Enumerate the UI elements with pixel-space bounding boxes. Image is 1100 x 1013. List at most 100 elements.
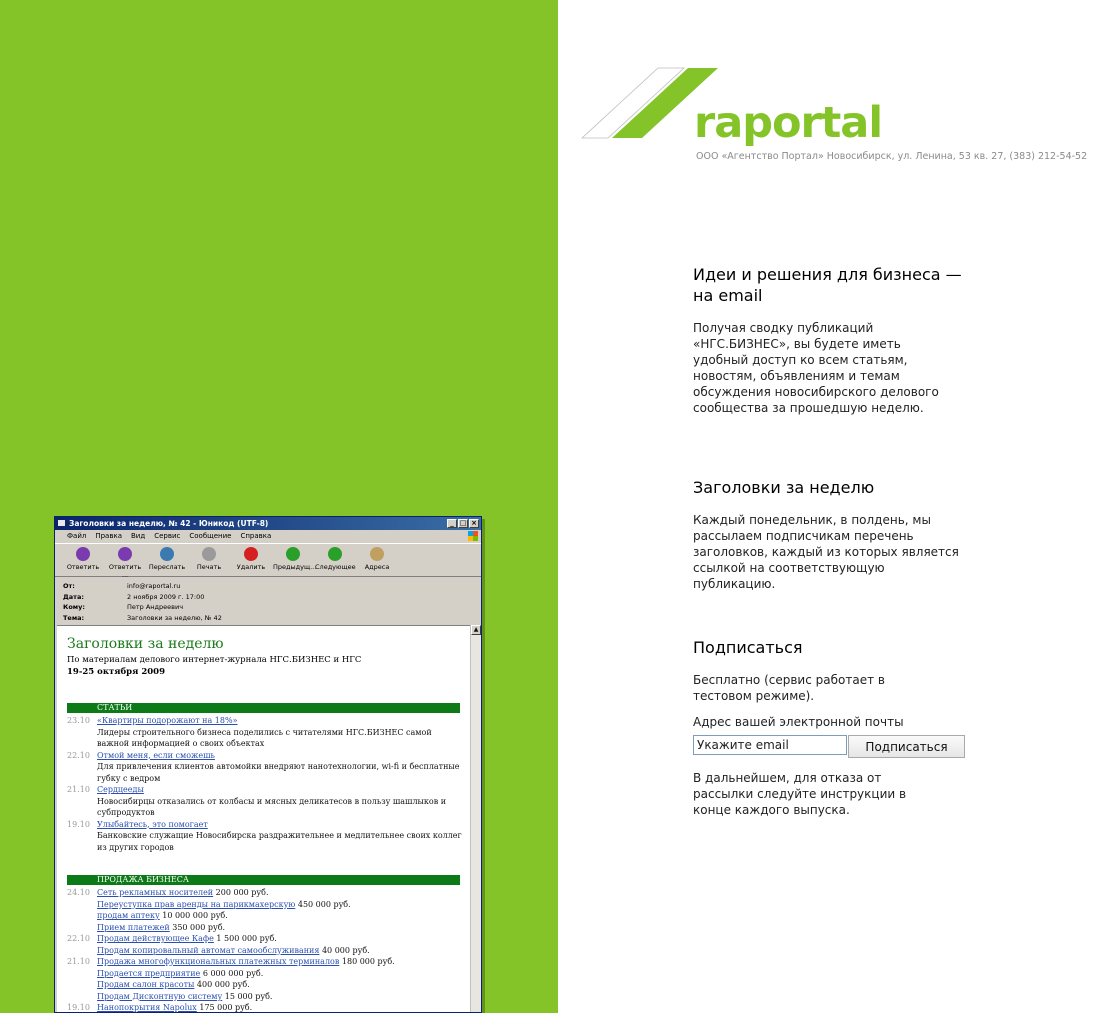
item-link[interactable]: Продам копировальный автомат самообслужи… xyxy=(97,946,319,955)
item-link[interactable]: Сердцееды xyxy=(97,785,144,794)
menu-tools[interactable]: Сервис xyxy=(154,530,180,543)
mail-toolbar: Ответить Ответить ... Переслать Печать Удали… xyxy=(55,543,481,579)
item-link[interactable]: Продам Дисконтную систему xyxy=(97,992,222,1001)
item-price: 200 000 руб. xyxy=(213,888,269,897)
item-price: 10 000 000 руб. xyxy=(159,911,228,920)
mail-client-window: Заголовки за неделю, № 42 - Юникод (UTF-… xyxy=(54,516,482,1013)
mail-list-item: Прием платежей 350 000 руб. xyxy=(67,922,462,934)
mail-section-header: ПРОДАЖА БИЗНЕСА xyxy=(67,875,460,885)
mail-body-subtitle: По материалам делового интернет-журнала … xyxy=(67,655,362,665)
toolbar-button-previous[interactable]: Предыдущ... xyxy=(273,544,317,576)
email-label: Адрес вашей электронной почты xyxy=(693,715,904,729)
item-link[interactable]: Прием платежей xyxy=(97,923,170,932)
intro-section: Идеи и решения для бизнеса — на email По… xyxy=(693,264,973,416)
company-contact-line: ООО «Агентство Портал» Новосибирск, ул. … xyxy=(696,151,1088,162)
toolbar-button-label: Предыдущ... xyxy=(273,563,317,571)
toolbar-button-label: Следующее xyxy=(315,563,356,571)
toolbar-button-label: Переслать xyxy=(148,563,186,571)
toolbar-button-next[interactable]: Следующее xyxy=(315,544,356,576)
item-link[interactable]: продам аптеку xyxy=(97,911,160,920)
reply-icon xyxy=(76,547,90,561)
mail-scrollbar[interactable]: ▲ xyxy=(470,625,481,1012)
address-book-icon xyxy=(370,547,384,561)
mail-list-item: Продам салон красоты 400 000 руб. xyxy=(67,979,462,991)
item-link[interactable]: Продам салон красоты xyxy=(97,980,194,989)
item-description: Банковские служащие Новосибирска раздраж… xyxy=(97,831,462,852)
item-date: 22.10 xyxy=(67,750,90,760)
toolbar-button-label: Ответить ... xyxy=(108,563,142,579)
mail-body-dates: 19-25 октября 2009 xyxy=(67,667,166,677)
item-link[interactable]: Продается предприятие xyxy=(97,969,200,978)
item-link[interactable]: Сеть рекламных носителей xyxy=(97,888,213,897)
menu-edit[interactable]: Правка xyxy=(95,530,122,543)
from-label: От: xyxy=(63,582,75,590)
toolbar-button-forward[interactable]: Переслать xyxy=(147,544,187,576)
mail-list-item: 19.10 Нанопокрытия Napolux 175 000 руб. xyxy=(67,1002,462,1012)
item-link[interactable]: Отмой меня, если сможешь xyxy=(97,751,215,760)
to-value: Петр Андреевич xyxy=(127,603,184,611)
item-link[interactable]: Улыбайтесь, это помогает xyxy=(97,820,208,829)
item-date: 21.10 xyxy=(67,785,90,794)
logo-wordmark[interactable]: raportal xyxy=(694,100,883,146)
item-link[interactable]: Нанопокрытия Napolux xyxy=(97,1003,197,1012)
windows-logo-icon xyxy=(468,531,478,541)
item-price: 350 000 руб. xyxy=(169,922,226,932)
item-price: 180 000 руб. xyxy=(339,957,395,966)
menu-help[interactable]: Справка xyxy=(240,530,271,543)
subscribe-section: Подписаться Бесплатно (сервис работает в… xyxy=(693,637,973,730)
toolbar-button-address-book[interactable]: Адреса xyxy=(357,544,397,576)
mail-section-header: СТАТЬИ xyxy=(67,703,460,713)
toolbar-button-label: Ответить xyxy=(66,563,100,571)
mail-list-item: 24.10 Сеть рекламных носителей 200 000 ру… xyxy=(67,887,462,899)
item-description: Новосибирцы отказались от колбасы и мясн… xyxy=(97,796,447,818)
toolbar-button-delete[interactable]: Удалить xyxy=(231,544,271,576)
mail-menubar: Файл Правка Вид Сервис Сообщение Справка xyxy=(55,530,481,543)
toolbar-button-print[interactable]: Печать xyxy=(189,544,229,576)
menu-message[interactable]: Сообщение xyxy=(189,530,231,543)
mail-list-item: 23.10 «Квартиры подорожают на 18%» Лидеры … xyxy=(67,715,462,750)
headlines-section: Заголовки за неделю Каждый понедельник, … xyxy=(693,477,973,592)
to-label: Кому: xyxy=(63,603,85,611)
item-price: 15 000 руб. xyxy=(222,991,273,1001)
email-input[interactable] xyxy=(693,735,847,755)
mail-list-item: 19.10 Улыбайтесь, это помогает Банковские … xyxy=(67,819,462,854)
toolbar-button-reply[interactable]: Ответить xyxy=(63,544,103,576)
close-icon[interactable]: × xyxy=(469,519,479,528)
mail-window-title: Заголовки за неделю, № 42 - Юникод (UTF-… xyxy=(69,519,269,528)
mail-list-item: Продается предприятие 6 000 000 руб. xyxy=(67,968,462,980)
mail-list-item: Продам копировальный автомат самообслужи… xyxy=(67,945,462,957)
item-price: 40 000 руб. xyxy=(319,945,370,955)
mail-list-item: 21.10 Сердцееды Новосибирцы отказались от … xyxy=(67,784,462,819)
mail-list-item: 21.10 Продажа многофункциональных платежн… xyxy=(67,956,462,968)
item-link[interactable]: Переуступка прав аренды на парикмахерску… xyxy=(97,900,295,909)
mail-titlebar: Заголовки за неделю, № 42 - Юникод (UTF-… xyxy=(55,517,481,530)
mail-headers: От: info@raportal.ru Дата: 2 ноября 2009 г… xyxy=(55,577,481,623)
mail-list-item: продам аптеку 10 000 000 руб. xyxy=(67,910,462,922)
previous-icon xyxy=(286,547,300,561)
item-date: 24.10 xyxy=(67,888,90,897)
item-price: 450 000 руб. xyxy=(295,899,351,909)
subscribe-form: Подписаться xyxy=(693,735,966,759)
item-date: 19.10 xyxy=(67,819,90,829)
item-link[interactable]: «Квартиры подорожают на 18%» xyxy=(97,716,237,725)
mail-list-item: Переуступка прав аренды на парикмахерску… xyxy=(67,899,462,911)
mail-list-item: Продам Дисконтную систему 15 000 руб. xyxy=(67,991,462,1003)
minimize-icon[interactable]: _ xyxy=(447,519,457,528)
print-icon xyxy=(202,547,216,561)
item-price: 175 000 руб. xyxy=(196,1003,253,1012)
menu-file[interactable]: Файл xyxy=(67,530,86,543)
headlines-text: Каждый понедельник, в полдень, мы рассыл… xyxy=(693,513,959,591)
item-link[interactable]: Продажа многофункциональных платежных те… xyxy=(97,957,339,966)
toolbar-button-reply-all[interactable]: Ответить ... xyxy=(105,544,145,579)
scroll-up-icon[interactable]: ▲ xyxy=(471,625,481,635)
toolbar-button-label: Удалить xyxy=(236,563,266,571)
item-description: Для привлечения клиентов автомойки внедр… xyxy=(97,762,460,783)
free-note: Бесплатно (сервис работает в тестовом ре… xyxy=(693,673,885,703)
unsubscribe-note: В дальнейшем, для отказа от рассылки сле… xyxy=(693,771,907,817)
maximize-icon[interactable]: □ xyxy=(458,519,468,528)
item-link[interactable]: Продам действующее Кафе xyxy=(97,934,214,943)
item-date: 19.10 xyxy=(67,1003,90,1012)
subscribe-button[interactable]: Подписаться xyxy=(848,735,965,758)
menu-view[interactable]: Вид xyxy=(131,530,145,543)
toolbar-button-label: Адреса xyxy=(364,563,390,571)
